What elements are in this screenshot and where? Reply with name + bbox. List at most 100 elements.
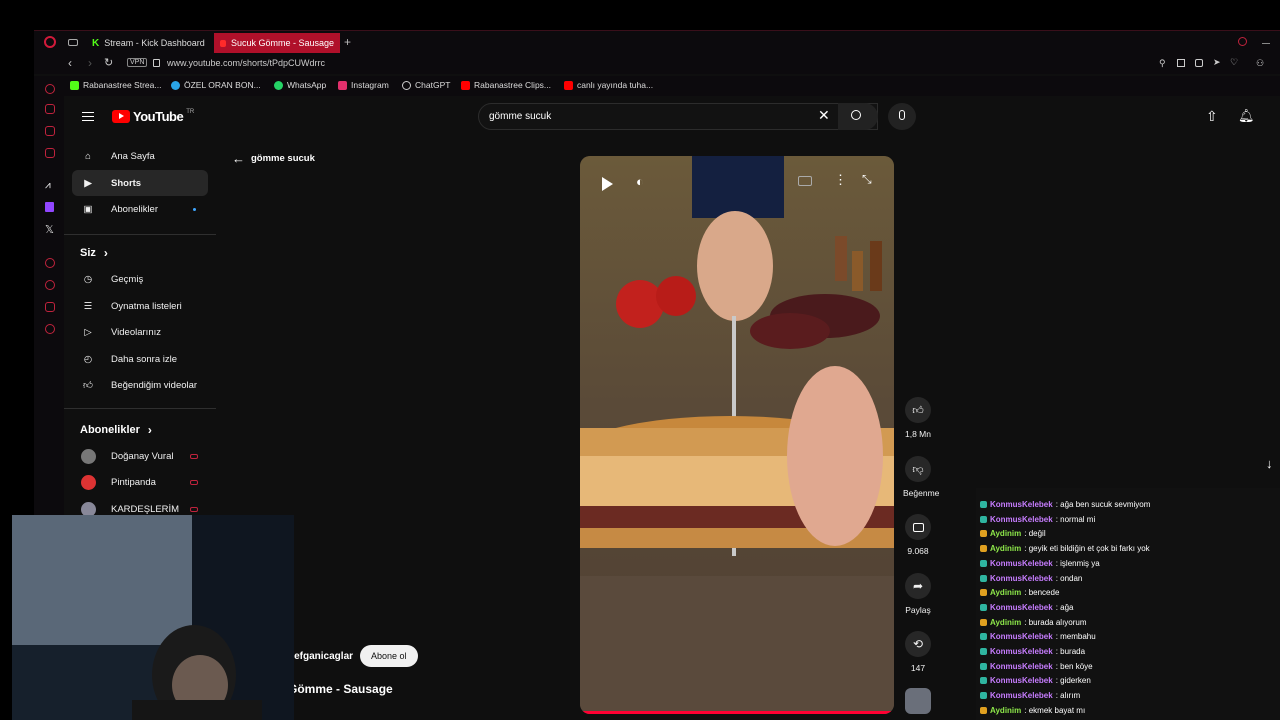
- menu-icon[interactable]: [82, 112, 94, 121]
- remix-button[interactable]: ⟲: [905, 631, 931, 657]
- url-field[interactable]: www.youtube.com/shorts/tPdpCUWdrrc: [167, 58, 325, 68]
- more-options-icon[interactable]: ⋮: [834, 172, 847, 188]
- opera-logo-icon[interactable]: [44, 36, 56, 48]
- channel-pintipanda[interactable]: Pintipanda: [72, 469, 208, 495]
- chat-username[interactable]: KonmusKelebek: [990, 603, 1053, 612]
- progress-bar[interactable]: [580, 711, 894, 714]
- section-you[interactable]: Siz ›: [80, 246, 108, 260]
- upload-icon[interactable]: ⇧: [1206, 108, 1218, 125]
- twitch-icon[interactable]: [45, 202, 54, 212]
- search-tabs-icon[interactable]: [1238, 37, 1247, 46]
- nav-watch-later[interactable]: ◴ Daha sonra izle: [72, 346, 208, 372]
- bookmark-ozel-oran[interactable]: ÖZEL ORAN BON...: [171, 80, 261, 90]
- clear-search-icon[interactable]: ✕: [818, 107, 830, 124]
- short-video[interactable]: ◐ ⋮ ⤡: [580, 156, 894, 714]
- chat-username[interactable]: KonmusKelebek: [990, 676, 1053, 685]
- bookmark-rabanastree-clips[interactable]: Rabanastree Clips...: [461, 80, 551, 90]
- player-icon[interactable]: [45, 258, 55, 268]
- chat-username[interactable]: KonmusKelebek: [990, 647, 1053, 656]
- chat-text: : burada alıyorum: [1024, 617, 1087, 627]
- nav-liked-videos[interactable]: 👍︎ Beğendiğim videolar: [72, 372, 208, 398]
- bookmark-chatgpt[interactable]: ChatGPT: [402, 80, 450, 90]
- next-short-icon[interactable]: ↓: [1266, 456, 1273, 471]
- nav-your-videos[interactable]: ▷ Videolarınız: [72, 319, 208, 345]
- notifications-icon[interactable]: 🔔︎: [1238, 108, 1255, 124]
- volume-icon[interactable]: ◐: [636, 174, 644, 189]
- vpn-badge[interactable]: VPN: [127, 58, 148, 67]
- chat-username[interactable]: KonmusKelebek: [990, 662, 1053, 671]
- section-subscriptions[interactable]: Abonelikler ›: [80, 423, 152, 437]
- settings-icon[interactable]: [45, 324, 55, 334]
- thumbs-down-icon: 👎︎: [912, 463, 924, 476]
- snapshot-icon[interactable]: [1177, 59, 1185, 67]
- shop-icon[interactable]: [45, 104, 55, 114]
- bookmark-rabanastree-stream[interactable]: Rabanastree Strea...: [70, 80, 161, 90]
- send-icon[interactable]: ➤: [1213, 57, 1221, 68]
- captions-icon[interactable]: [798, 176, 812, 186]
- chat-username[interactable]: Aydinim: [990, 706, 1021, 715]
- search-button[interactable]: [838, 103, 878, 130]
- bookmark-instagram[interactable]: Instagram: [338, 80, 389, 90]
- home-icon: ⌂: [85, 150, 91, 162]
- chat-message: Aydinim: ekmek bayat mı: [980, 706, 1085, 715]
- arc-icon[interactable]: ⩘: [45, 180, 51, 191]
- back-icon[interactable]: ‹: [68, 56, 72, 70]
- youtube-logo[interactable]: YouTube TR: [112, 109, 194, 124]
- heart-icon[interactable]: ♡: [1230, 57, 1238, 68]
- chat-text: : geyik eti bildiğin et çok bi farkı yok: [1024, 544, 1150, 554]
- bookmarks-bar: Rabanastree Strea... ÖZEL ORAN BON... Wh…: [34, 76, 1280, 96]
- chat-username[interactable]: Aydinim: [990, 529, 1021, 538]
- sound-avatar[interactable]: [905, 688, 931, 714]
- nav-history[interactable]: ◷ Geçmiş: [72, 266, 208, 292]
- lock-icon[interactable]: [153, 59, 160, 67]
- nav-subscriptions[interactable]: ▣ Abonelikler: [72, 196, 208, 222]
- chat-text: : değil: [1024, 529, 1046, 539]
- channel-name[interactable]: hefganicaglar: [288, 651, 353, 662]
- tab-youtube-short[interactable]: Sucuk Gömme - Sausage: [214, 33, 340, 53]
- chat-text: : giderken: [1055, 676, 1091, 686]
- fullscreen-icon[interactable]: ⤡: [862, 172, 872, 187]
- tab-kick-dashboard[interactable]: K Stream - Kick Dashboard: [86, 33, 211, 53]
- chat-username[interactable]: KonmusKelebek: [990, 500, 1053, 509]
- share-button[interactable]: ➦: [905, 573, 931, 599]
- chat-username[interactable]: KonmusKelebek: [990, 559, 1053, 568]
- comments-button[interactable]: [905, 514, 931, 540]
- dislike-button[interactable]: 👎︎: [905, 456, 931, 482]
- profile-icon[interactable]: ⚇: [1256, 58, 1264, 69]
- reload-icon[interactable]: ↻: [104, 56, 113, 69]
- chat-badge-icon: [980, 692, 987, 700]
- minimize-icon[interactable]: [1262, 43, 1270, 44]
- voice-search-button[interactable]: [888, 103, 916, 130]
- x-icon[interactable]: 𝕏: [45, 223, 54, 236]
- chat-username[interactable]: Aydinim: [990, 588, 1021, 597]
- subscribe-button[interactable]: Abone ol: [360, 645, 418, 667]
- pin-icon[interactable]: ⚲: [1159, 58, 1166, 69]
- chat-message: KonmusKelebek: normal mi: [980, 515, 1095, 524]
- tab-menu-icon[interactable]: [68, 39, 78, 46]
- forward-icon[interactable]: ›: [88, 56, 92, 70]
- channel-doganay-vural[interactable]: Doğanay Vural: [72, 443, 208, 469]
- history-icon[interactable]: [45, 280, 55, 290]
- new-tab-icon[interactable]: +: [344, 35, 351, 49]
- chat-username[interactable]: KonmusKelebek: [990, 574, 1053, 583]
- like-button[interactable]: 👍︎: [905, 397, 931, 423]
- bookmark-canli-yayinda[interactable]: canlı yayında tuha...: [564, 80, 653, 90]
- chat-username[interactable]: KonmusKelebek: [990, 691, 1053, 700]
- chat-badge-icon: [980, 677, 987, 685]
- back-to-search[interactable]: ← gömme sucuk: [232, 151, 315, 166]
- chat-username[interactable]: Aydinim: [990, 618, 1021, 627]
- tv-icon[interactable]: [45, 148, 55, 158]
- wallet-icon[interactable]: [45, 126, 55, 136]
- play-icon[interactable]: [602, 177, 613, 191]
- aria-icon[interactable]: [45, 84, 55, 94]
- bookmark-whatsapp[interactable]: WhatsApp: [274, 80, 326, 90]
- extensions-icon[interactable]: [45, 302, 55, 312]
- nav-shorts[interactable]: ▶︎ Shorts: [72, 170, 208, 196]
- nav-home[interactable]: ⌂ Ana Sayfa: [72, 143, 208, 169]
- chat-username[interactable]: KonmusKelebek: [990, 515, 1053, 524]
- chat-username[interactable]: KonmusKelebek: [990, 632, 1053, 641]
- nav-playlists[interactable]: ☰ Oynatma listeleri: [72, 293, 208, 319]
- chat-username[interactable]: Aydinim: [990, 544, 1021, 553]
- adblock-icon[interactable]: [1195, 59, 1203, 67]
- chat-badge-icon: [980, 559, 987, 567]
